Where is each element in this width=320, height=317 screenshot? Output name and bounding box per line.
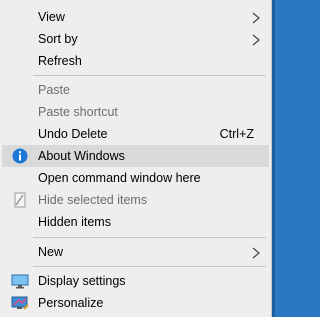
chevron-right-icon <box>252 12 260 24</box>
menu-item-refresh[interactable]: Refresh <box>2 50 269 72</box>
info-icon <box>12 148 28 164</box>
menu-separator <box>33 75 266 76</box>
personalize-icon <box>11 296 29 310</box>
menu-item-sort-by[interactable]: Sort by <box>2 28 269 50</box>
hide-page-icon <box>14 192 26 208</box>
chevron-right-icon <box>252 34 260 46</box>
menu-item-label: Sort by <box>38 32 78 46</box>
menu-item-undo-delete[interactable]: Undo Delete Ctrl+Z <box>2 123 269 145</box>
desktop-background-edge <box>272 0 275 317</box>
menu-item-label: New <box>38 245 64 259</box>
desktop-context-menu: View Sort by Refresh Paste Paste shortcu… <box>0 0 272 317</box>
menu-item-display-settings[interactable]: Display settings <box>2 270 269 292</box>
menu-item-label: About Windows <box>38 149 125 163</box>
menu-item-about-windows[interactable]: About Windows <box>2 145 269 167</box>
shortcut-hint: Ctrl+Z <box>219 127 254 141</box>
menu-item-label: Personalize <box>38 296 104 310</box>
menu-item-label: Hidden items <box>38 215 111 229</box>
menu-item-label: Hide selected items <box>38 193 148 207</box>
chevron-right-icon <box>252 247 260 259</box>
menu-item-view[interactable]: View <box>2 6 269 28</box>
menu-item-label: Paste shortcut <box>38 105 118 119</box>
display-icon <box>11 274 29 289</box>
menu-item-hidden-items[interactable]: Hidden items <box>2 211 269 233</box>
menu-separator <box>33 237 266 238</box>
menu-separator <box>33 266 266 267</box>
menu-item-open-command-window[interactable]: Open command window here <box>2 167 269 189</box>
menu-item-label: Undo Delete <box>38 127 108 141</box>
menu-item-label: Refresh <box>38 54 82 68</box>
menu-item-label: Open command window here <box>38 171 201 185</box>
menu-item-label: View <box>38 10 65 24</box>
menu-item-paste[interactable]: Paste <box>2 79 269 101</box>
menu-item-label: Display settings <box>38 274 126 288</box>
menu-item-paste-shortcut[interactable]: Paste shortcut <box>2 101 269 123</box>
menu-item-hide-selected-items[interactable]: Hide selected items <box>2 189 269 211</box>
menu-item-personalize[interactable]: Personalize <box>2 292 269 314</box>
menu-item-new[interactable]: New <box>2 241 269 263</box>
menu-item-label: Paste <box>38 83 70 97</box>
